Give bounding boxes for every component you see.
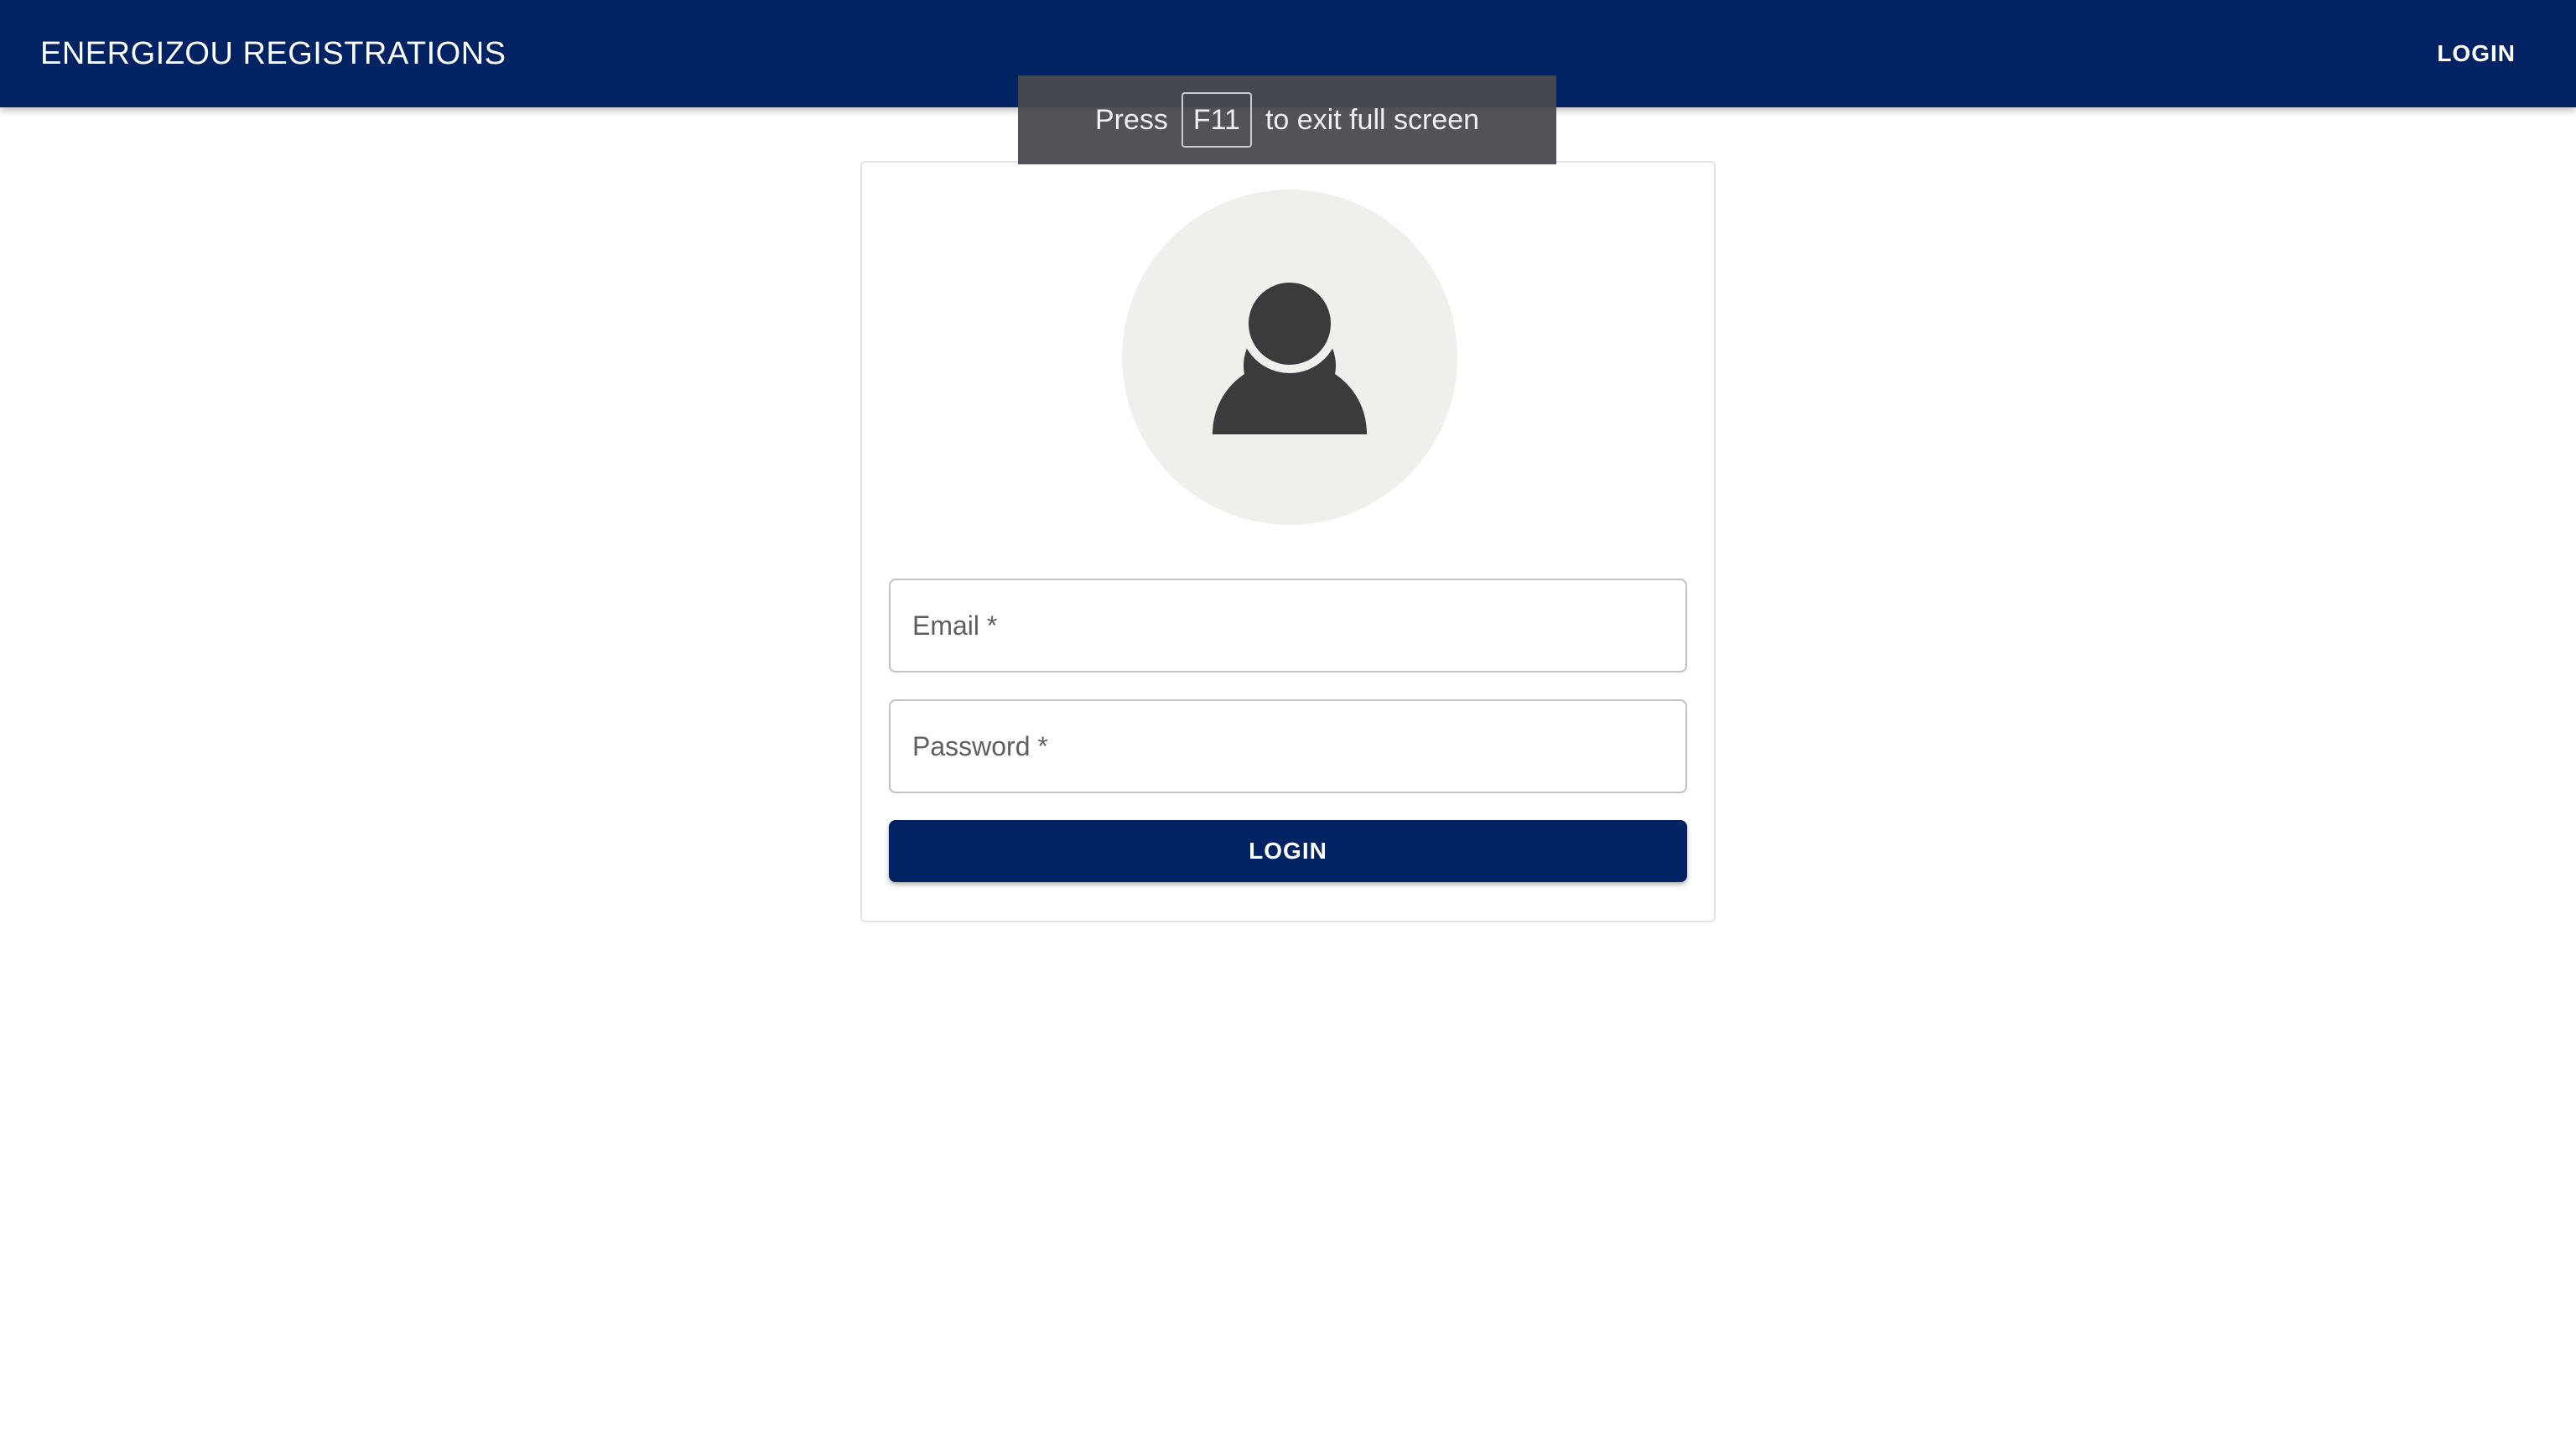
f11-key-badge: F11	[1181, 92, 1252, 148]
avatar	[1122, 190, 1457, 525]
email-field-label: Email *	[912, 610, 998, 641]
login-submit-button[interactable]: LOGIN	[889, 820, 1687, 882]
fullscreen-notice-suffix: to exit full screen	[1265, 103, 1480, 136]
fullscreen-exit-notice: Press F11 to exit full screen	[1018, 75, 1556, 164]
password-field[interactable]: Password *	[889, 699, 1687, 793]
email-field[interactable]: Email *	[889, 579, 1687, 673]
password-field-label: Password *	[912, 730, 1048, 761]
header-login-button[interactable]: LOGIN	[2437, 32, 2516, 75]
login-card: Email * Password * LOGIN	[860, 161, 1716, 922]
app-title: ENERGIZOU REGISTRATIONS	[40, 35, 506, 71]
fullscreen-notice-prefix: Press	[1094, 103, 1168, 136]
person-icon	[1213, 274, 1367, 434]
